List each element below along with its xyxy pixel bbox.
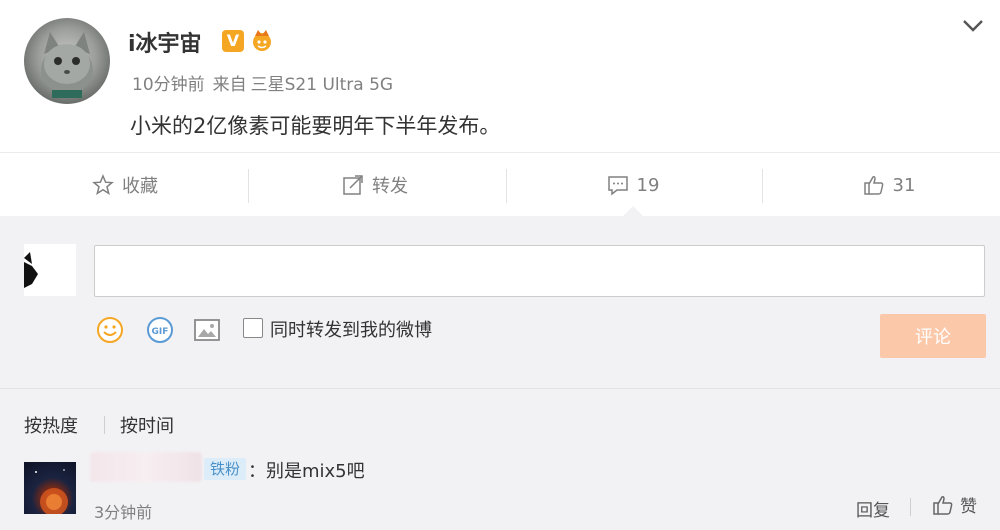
favorite-label: 收藏 <box>122 176 158 197</box>
comment-input[interactable] <box>94 245 985 297</box>
action-divider <box>762 169 763 203</box>
commenter-name-blurred[interactable] <box>90 452 202 482</box>
comment-section: GIF 同时转发到我的微博 评论 按热度 按时间 铁粉 ：别是mix5吧 3分钟… <box>0 216 1000 530</box>
section-divider <box>0 388 1000 389</box>
repost-checkbox-label[interactable]: 同时转发到我的微博 <box>270 316 432 342</box>
comment-text: ：别是mix5吧 <box>248 461 365 482</box>
post-meta: 10分钟前 来自 三星S21 Ultra 5G <box>132 70 401 95</box>
gif-icon[interactable]: GIF <box>146 316 174 344</box>
sort-divider <box>104 416 105 434</box>
commenter-avatar[interactable] <box>24 462 76 514</box>
reply-divider <box>910 498 911 516</box>
username[interactable]: i冰宇宙 <box>128 26 202 58</box>
user-avatar[interactable] <box>24 18 110 104</box>
repost-label: 转发 <box>372 176 408 197</box>
post-time[interactable]: 10分钟前 <box>132 75 205 95</box>
comment-icon <box>607 176 628 196</box>
reply-button[interactable]: 回复 <box>856 496 890 521</box>
verified-v-badge: V <box>222 30 244 52</box>
action-bar: 收藏 转发 19 31 <box>0 152 1000 216</box>
action-divider <box>506 169 507 203</box>
cat-avatar-image <box>41 32 93 98</box>
smiley-icon[interactable] <box>96 316 124 344</box>
action-divider <box>248 169 249 203</box>
repost-button[interactable]: 转发 <box>250 153 500 217</box>
share-icon <box>343 175 363 195</box>
comment-like-label: 赞 <box>960 497 977 517</box>
post-source[interactable]: 三星S21 Ultra 5G <box>251 75 393 95</box>
thumbs-up-icon <box>863 176 883 195</box>
repost-checkbox[interactable] <box>243 318 263 338</box>
comment-time: 3分钟前 <box>94 503 153 522</box>
sort-by-hot-tab[interactable]: 按热度 <box>24 412 78 438</box>
post-header: i冰宇宙 V 10分钟前 来自 三星S21 Ultra 5G 小米的2亿像素可能要明… <box>0 0 1000 152</box>
like-button[interactable]: 31 <box>764 153 1000 217</box>
fan-level-badge: 铁粉 <box>204 458 247 480</box>
comment-like-button[interactable]: 赞 <box>932 492 977 517</box>
planet-avatar-image <box>35 469 68 514</box>
picture-icon[interactable] <box>193 316 221 344</box>
gif-icon-text: GIF <box>152 327 169 337</box>
member-crown-icon[interactable] <box>250 28 274 52</box>
my-avatar[interactable] <box>24 244 76 296</box>
comment-count: 19 <box>636 174 660 196</box>
thumbs-up-icon <box>933 495 953 515</box>
post-text: 小米的2亿像素可能要明年下半年发布。 <box>130 114 501 138</box>
source-prefix: 来自 <box>212 75 247 95</box>
favorite-button[interactable]: 收藏 <box>0 153 250 217</box>
star-icon <box>92 174 114 196</box>
cat-silhouette-avatar <box>24 252 38 288</box>
like-count: 31 <box>892 174 916 196</box>
sort-by-time-tab[interactable]: 按时间 <box>120 412 174 438</box>
chevron-down-icon[interactable] <box>960 16 986 36</box>
submit-comment-button[interactable]: 评论 <box>880 314 986 358</box>
